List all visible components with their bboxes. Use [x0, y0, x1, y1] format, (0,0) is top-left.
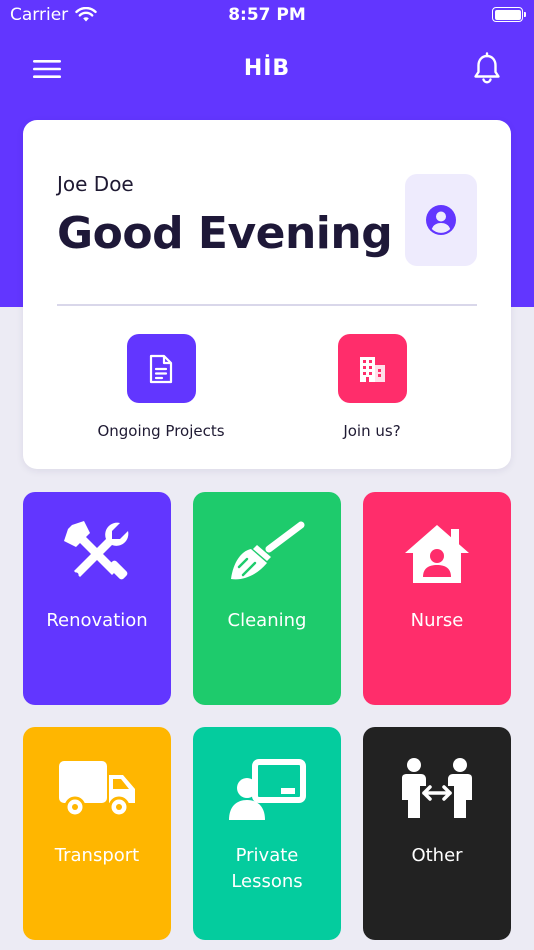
service-renovation[interactable]: Renovation	[23, 492, 171, 705]
service-label: Nurse	[410, 610, 464, 631]
truck-icon	[59, 761, 135, 818]
broom-icon	[231, 521, 305, 580]
tile-icon-wrap	[23, 514, 171, 594]
clock: 8:57 PM	[228, 5, 306, 25]
tools-icon	[64, 521, 129, 580]
service-nurse[interactable]: Nurse	[363, 492, 511, 705]
teacher-icon	[229, 759, 306, 820]
service-label: Cleaning	[227, 610, 307, 631]
service-label: Renovation	[46, 610, 148, 631]
status-bar: Carrier 8:57 PM	[0, 0, 534, 30]
people-exchange-icon	[402, 758, 472, 818]
ongoing-projects-label: Ongoing Projects	[97, 422, 225, 440]
user-avatar-icon	[426, 205, 456, 235]
service-label-line-2: Lessons	[231, 871, 303, 892]
app-title: HİB	[243, 56, 291, 81]
greeting-card: Joe Doe Good Evening Ongoing Projects Jo…	[23, 120, 511, 469]
greeting-text: Good Evening	[57, 208, 393, 259]
profile-button[interactable]	[405, 174, 477, 266]
battery-icon	[492, 7, 526, 22]
ongoing-projects-button[interactable]: Ongoing Projects	[71, 334, 251, 440]
card-divider	[57, 304, 477, 306]
service-cleaning[interactable]: Cleaning	[193, 492, 341, 705]
tile-icon-wrap	[23, 749, 171, 829]
user-name: Joe Doe	[57, 172, 134, 196]
service-label: Private Lessons	[193, 843, 341, 895]
service-label: Other	[411, 845, 463, 866]
tile-icon-wrap	[193, 749, 341, 829]
service-label: Transport	[54, 845, 140, 866]
join-us-icon-box	[337, 334, 407, 403]
tile-icon-wrap	[363, 514, 511, 594]
service-label-line-1: Private	[235, 845, 299, 866]
service-private-lessons[interactable]: Private Lessons	[193, 727, 341, 940]
bell-icon	[474, 52, 500, 84]
join-us-button[interactable]: Join us?	[282, 334, 462, 440]
tile-icon-wrap	[193, 514, 341, 594]
join-us-label: Join us?	[343, 422, 401, 440]
building-icon	[360, 356, 385, 382]
ongoing-projects-icon-box	[126, 334, 196, 403]
document-icon	[149, 354, 173, 383]
home-care-icon	[405, 525, 469, 583]
tile-icon-wrap	[363, 749, 511, 829]
service-other[interactable]: Other	[363, 727, 511, 940]
notifications-button[interactable]	[470, 52, 504, 86]
service-transport[interactable]: Transport	[23, 727, 171, 940]
